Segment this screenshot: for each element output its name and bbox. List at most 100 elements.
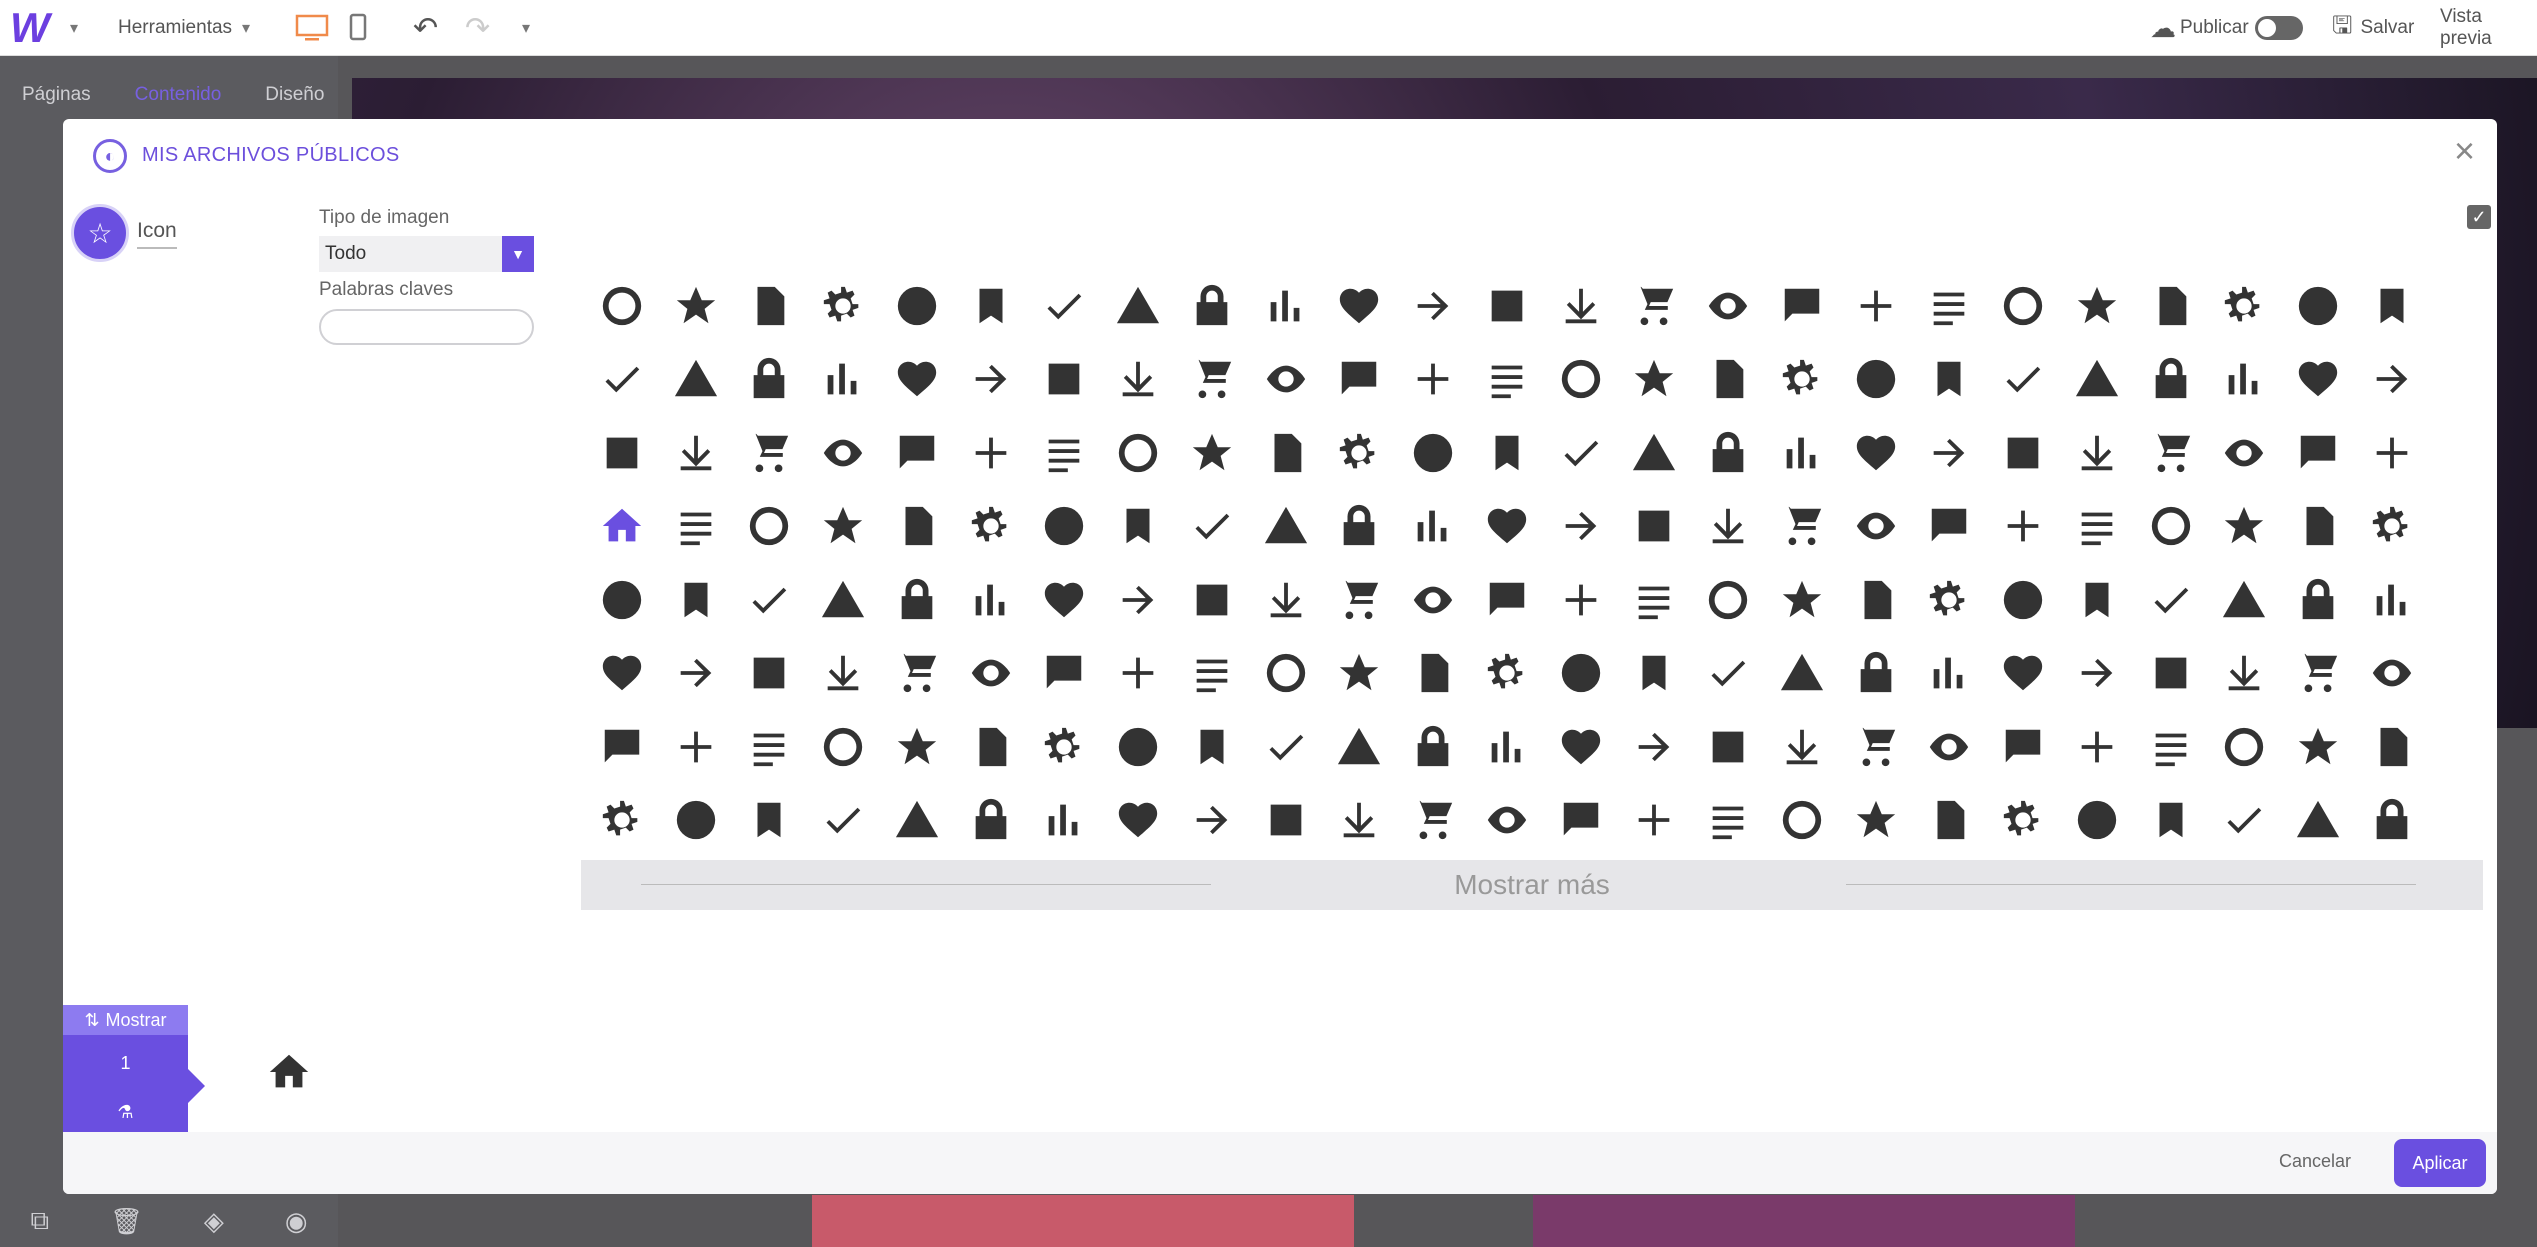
bars-icon[interactable] — [806, 356, 880, 402]
heart-icon[interactable] — [585, 650, 659, 696]
show-toggle-button[interactable]: ⇅ Mostrar — [63, 1005, 188, 1035]
cart-icon[interactable] — [2281, 650, 2355, 696]
square-icon[interactable] — [1691, 724, 1765, 770]
down-icon[interactable] — [806, 650, 880, 696]
down-icon[interactable] — [1101, 356, 1175, 402]
plus-icon[interactable] — [954, 430, 1028, 476]
star-icon[interactable] — [1839, 797, 1913, 843]
cart-icon[interactable] — [2134, 430, 2208, 476]
ring-icon[interactable] — [1765, 797, 1839, 843]
tri-icon[interactable] — [1765, 650, 1839, 696]
gear-icon[interactable] — [2208, 283, 2282, 329]
bars-icon[interactable] — [2355, 577, 2429, 623]
arrow-icon[interactable] — [1544, 503, 1618, 549]
tri-icon[interactable] — [2281, 797, 2355, 843]
lock-icon[interactable] — [1839, 650, 1913, 696]
arrow-icon[interactable] — [659, 650, 733, 696]
bubble-icon[interactable] — [1765, 283, 1839, 329]
image-type-select[interactable]: Todo ▼ — [319, 236, 534, 272]
ring-icon[interactable] — [2208, 724, 2282, 770]
bars-icon[interactable] — [1396, 503, 1470, 549]
eye-icon[interactable] — [1470, 797, 1544, 843]
publish-toggle[interactable] — [2255, 0, 2303, 56]
tri-icon[interactable] — [806, 577, 880, 623]
gear-icon[interactable] — [1913, 577, 1987, 623]
down-icon[interactable] — [1323, 797, 1397, 843]
publish-button[interactable]: ☁ Publicar — [2150, 0, 2249, 56]
down-icon[interactable] — [659, 430, 733, 476]
bubble-icon[interactable] — [880, 430, 954, 476]
bookmark-icon[interactable] — [659, 577, 733, 623]
chevron-down-icon[interactable]: ▾ — [522, 0, 530, 56]
lines-icon[interactable] — [733, 724, 807, 770]
bubble-icon[interactable] — [1544, 797, 1618, 843]
ring-icon[interactable] — [1101, 430, 1175, 476]
bubble-icon[interactable] — [1323, 356, 1397, 402]
doc-icon[interactable] — [954, 724, 1028, 770]
bubble-icon[interactable] — [1470, 577, 1544, 623]
lines-icon[interactable] — [1028, 430, 1102, 476]
preview-button[interactable]: Vista previa — [2440, 0, 2537, 56]
down-icon[interactable] — [1544, 283, 1618, 329]
down-icon[interactable] — [1249, 577, 1323, 623]
star-icon[interactable] — [880, 724, 954, 770]
keywords-input[interactable] — [319, 309, 534, 345]
show-more-button[interactable]: Mostrar más — [581, 860, 2483, 910]
lines-icon[interactable] — [1691, 797, 1765, 843]
check-icon[interactable] — [806, 797, 880, 843]
lines-icon[interactable] — [659, 503, 733, 549]
gear-icon[interactable] — [1028, 724, 1102, 770]
star-icon[interactable] — [2281, 724, 2355, 770]
lock-icon[interactable] — [2134, 356, 2208, 402]
square-icon[interactable] — [1470, 283, 1544, 329]
desktop-view-button[interactable] — [295, 0, 329, 56]
lines-icon[interactable] — [1470, 356, 1544, 402]
gear-icon[interactable] — [1323, 430, 1397, 476]
square-icon[interactable] — [1986, 430, 2060, 476]
ring-icon[interactable] — [806, 724, 880, 770]
redo-icon[interactable]: ↷ — [465, 0, 490, 56]
bookmark-icon[interactable] — [1175, 724, 1249, 770]
doc-icon[interactable] — [1691, 356, 1765, 402]
bookmark-icon[interactable] — [733, 797, 807, 843]
gear-icon[interactable] — [954, 503, 1028, 549]
tri-icon[interactable] — [659, 356, 733, 402]
ring-icon[interactable] — [1544, 356, 1618, 402]
plus-icon[interactable] — [2060, 724, 2134, 770]
check-icon[interactable] — [585, 356, 659, 402]
circle-icon[interactable] — [1101, 724, 1175, 770]
circle-icon[interactable] — [659, 797, 733, 843]
doc-icon[interactable] — [2355, 724, 2429, 770]
gear-icon[interactable] — [1986, 797, 2060, 843]
bubble-icon[interactable] — [585, 724, 659, 770]
cart-icon[interactable] — [733, 430, 807, 476]
doc-icon[interactable] — [880, 503, 954, 549]
tri-icon[interactable] — [1618, 430, 1692, 476]
plus-icon[interactable] — [2355, 430, 2429, 476]
heart-icon[interactable] — [1986, 650, 2060, 696]
heart-icon[interactable] — [1323, 283, 1397, 329]
bars-icon[interactable] — [954, 577, 1028, 623]
doc-icon[interactable] — [1396, 650, 1470, 696]
tri-icon[interactable] — [2208, 577, 2282, 623]
arrow-icon[interactable] — [2355, 356, 2429, 402]
check-icon[interactable] — [1986, 356, 2060, 402]
tri-icon[interactable] — [1101, 283, 1175, 329]
star-icon[interactable] — [1323, 650, 1397, 696]
tri-icon[interactable] — [880, 797, 954, 843]
gear-icon[interactable] — [2355, 503, 2429, 549]
arrow-icon[interactable] — [1913, 430, 1987, 476]
bookmark-icon[interactable] — [1101, 503, 1175, 549]
circle-icon[interactable] — [880, 283, 954, 329]
ring-icon[interactable] — [585, 283, 659, 329]
tools-menu[interactable]: Herramientas ▾ — [118, 0, 250, 56]
bars-icon[interactable] — [1765, 430, 1839, 476]
tri-icon[interactable] — [2060, 356, 2134, 402]
cart-icon[interactable] — [1618, 283, 1692, 329]
lock-icon[interactable] — [1323, 503, 1397, 549]
heart-icon[interactable] — [1470, 503, 1544, 549]
square-icon[interactable] — [1618, 503, 1692, 549]
square-icon[interactable] — [2134, 650, 2208, 696]
lock-icon[interactable] — [880, 577, 954, 623]
lock-icon[interactable] — [2281, 577, 2355, 623]
